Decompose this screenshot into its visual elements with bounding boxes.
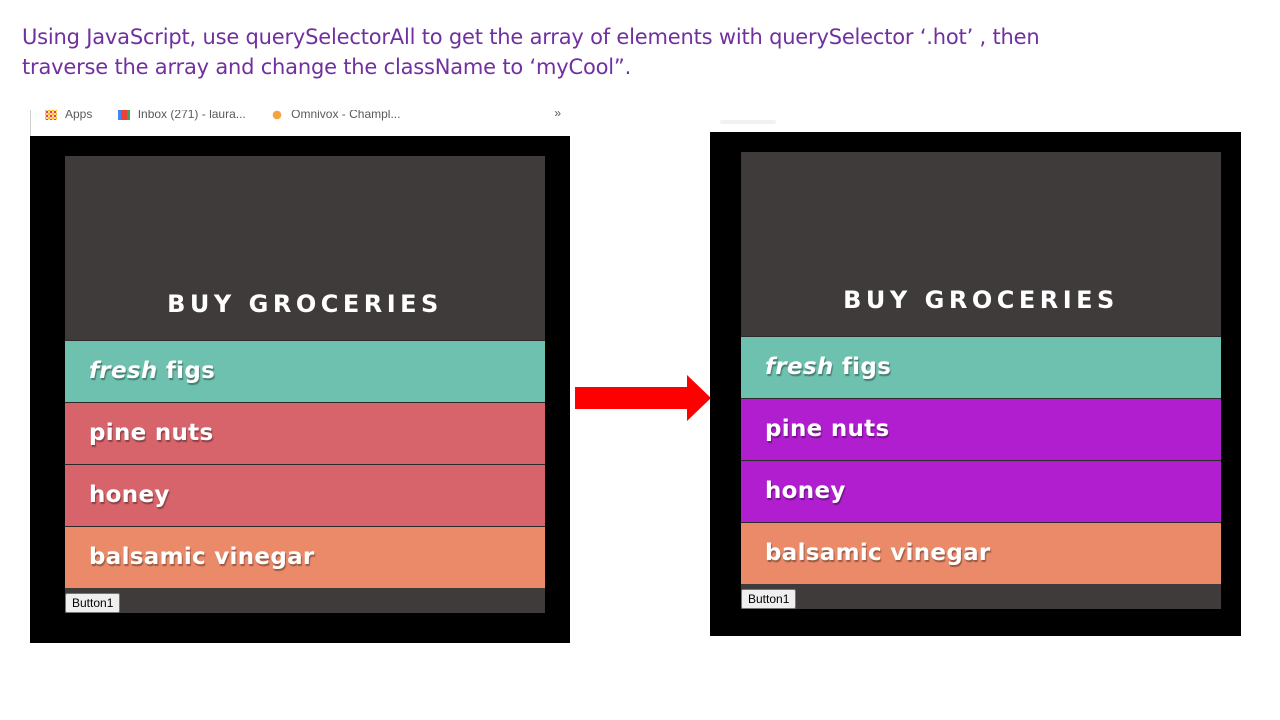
item-label: pine nuts (89, 420, 214, 446)
item-emphasis: fresh (89, 358, 158, 384)
app-footer: Button1 (65, 588, 545, 613)
app-header: BUY GROCERIES (741, 152, 1221, 336)
item-label: figs (157, 358, 216, 384)
bookmarks-bar: Apps Inbox (271) - laura... Omnivox - Ch… (30, 110, 571, 136)
item-label: honey (89, 482, 170, 508)
page-title: BUY GROCERIES (843, 286, 1119, 314)
app-footer: Button1 (741, 584, 1221, 609)
item-label: figs (833, 354, 892, 380)
list-item-honey: honey (65, 464, 545, 526)
list-item-honey: honey (741, 460, 1221, 522)
page-title: BUY GROCERIES (167, 290, 443, 318)
bookmark-inbox[interactable]: Inbox (271) - laura... (117, 110, 246, 121)
item-label: pine nuts (765, 416, 890, 442)
bookmark-apps[interactable]: Apps (45, 110, 92, 121)
grocery-app-after: BUY GROCERIES fresh figs pine nuts honey… (741, 152, 1221, 609)
after-page: BUY GROCERIES fresh figs pine nuts honey… (710, 132, 1241, 636)
arrow-right-icon (575, 375, 711, 421)
omnivox-icon (271, 110, 284, 120)
grocery-app-before: BUY GROCERIES fresh figs pine nuts honey… (65, 156, 545, 613)
apps-icon (45, 110, 57, 120)
item-label: honey (765, 478, 846, 504)
list-item-pine-nuts: pine nuts (65, 402, 545, 464)
instruction-line-2: traverse the array and change the classN… (22, 55, 632, 79)
instruction-text: Using JavaScript, use querySelectorAll t… (22, 22, 1040, 82)
button1[interactable]: Button1 (741, 589, 797, 609)
before-screenshot: Apps Inbox (271) - laura... Omnivox - Ch… (30, 110, 571, 643)
item-emphasis: fresh (765, 354, 834, 380)
button1[interactable]: Button1 (65, 593, 121, 613)
list-item-balsamic-vinegar: balsamic vinegar (741, 522, 1221, 584)
app-header: BUY GROCERIES (65, 156, 545, 340)
bookmark-label: Inbox (271) - laura... (137, 110, 246, 121)
gmail-icon (117, 110, 130, 120)
bookmark-label: Apps (65, 110, 93, 121)
item-label: balsamic vinegar (765, 540, 991, 566)
instruction-line-1: Using JavaScript, use querySelectorAll t… (22, 25, 1040, 49)
item-label: balsamic vinegar (89, 544, 315, 570)
list-item-pine-nuts: pine nuts (741, 398, 1221, 460)
list-item-fresh-figs: fresh figs (741, 336, 1221, 398)
tab-sliver (720, 120, 776, 124)
list-item-balsamic-vinegar: balsamic vinegar (65, 526, 545, 588)
list-item-fresh-figs: fresh figs (65, 340, 545, 402)
bookmark-label: Omnivox - Champl... (291, 110, 401, 121)
bookmarks-overflow-icon[interactable]: » (554, 110, 561, 120)
bookmark-omnivox[interactable]: Omnivox - Champl... (271, 110, 400, 121)
before-page: BUY GROCERIES fresh figs pine nuts honey… (30, 136, 570, 643)
